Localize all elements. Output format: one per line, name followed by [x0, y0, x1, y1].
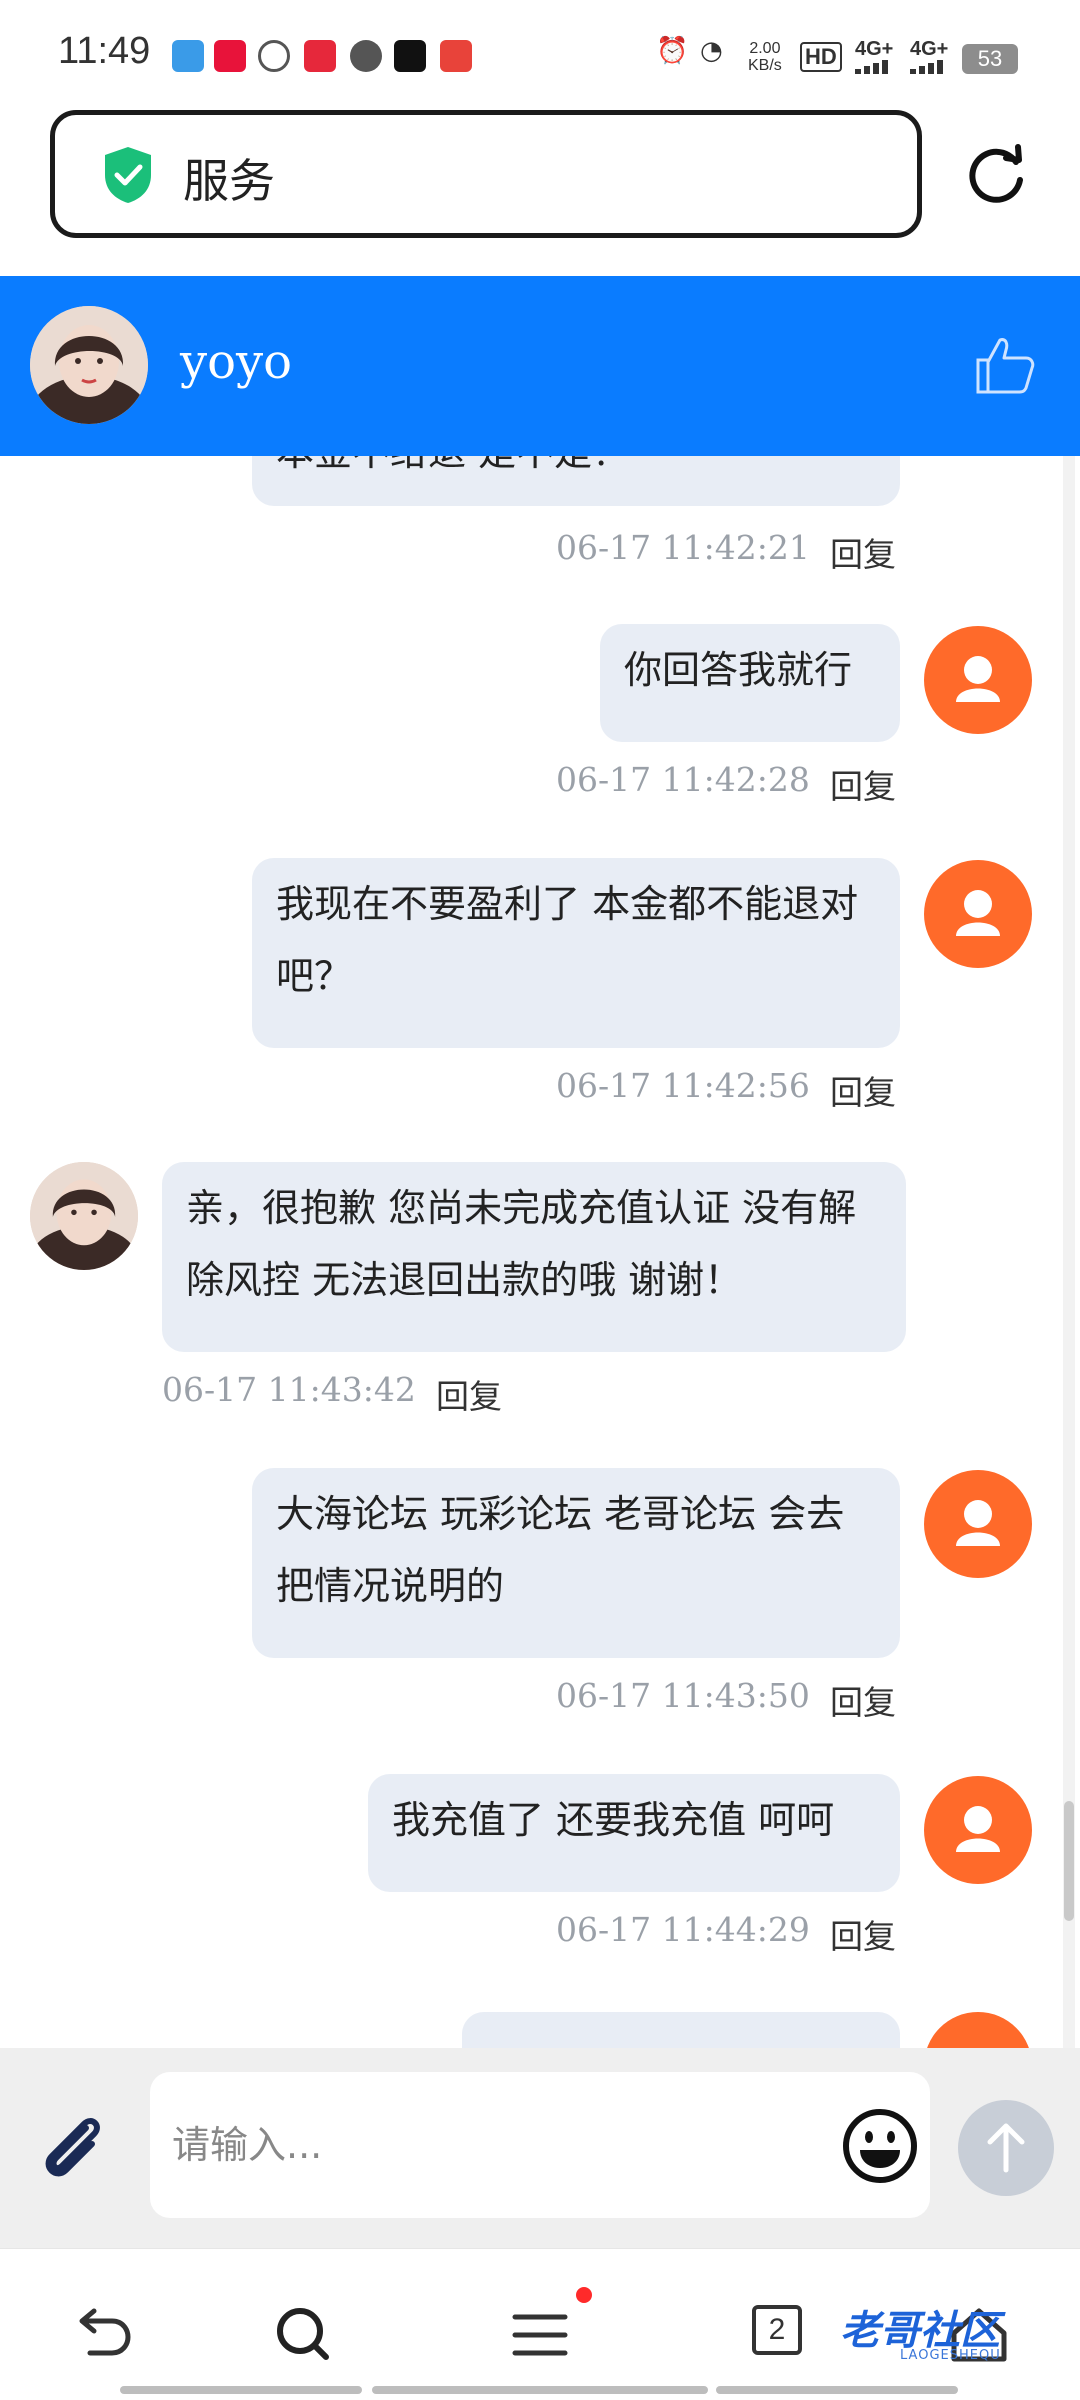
thumbs-up-icon[interactable] — [972, 332, 1038, 398]
menu-icon[interactable] — [505, 2299, 575, 2369]
chat-icon — [350, 40, 382, 72]
signal-1-label: 4G+ — [855, 38, 894, 60]
chat-messages[interactable]: 本金不给退 是不是？ 06-17 11:42:21 回复 你回答我就行 06-1… — [0, 456, 1080, 2048]
message-bubble-agent: 亲，很抱歉 您尚未完成充值认证 没有解除风控 无法退回出款的哦 谢谢！ — [162, 1162, 906, 1352]
chat-header: yoyo — [0, 276, 1080, 456]
message-input[interactable] — [150, 2072, 930, 2218]
user-avatar — [924, 1470, 1032, 1578]
agent-name: yoyo — [180, 334, 293, 390]
send-button[interactable] — [958, 2100, 1054, 2196]
message-bubble-partial — [462, 2012, 900, 2048]
status-bar: 11:49 ⏰ ◔ 2.00 KB/s HD 4G+ 4G+ 53 — [0, 0, 1080, 110]
message-bubble-user: 你回答我就行 — [600, 624, 900, 742]
agent-avatar — [30, 1162, 138, 1270]
play-icon — [258, 40, 290, 72]
reply-link[interactable]: 回复 — [436, 1370, 502, 1418]
message-timestamp: 06-17 11:43:42 — [162, 1370, 416, 1409]
app-notification-icon — [304, 40, 336, 72]
back-icon[interactable] — [66, 2299, 136, 2369]
alarm-icon: ⏰ — [656, 36, 689, 66]
gesture-bar — [716, 2386, 958, 2394]
user-icon — [956, 890, 1000, 936]
app-notification-icon — [394, 40, 426, 72]
user-icon — [956, 656, 1000, 702]
reply-link[interactable]: 回复 — [830, 1066, 896, 1114]
reply-link[interactable]: 回复 — [830, 760, 896, 808]
watermark-subtext: LAOGESHEQU — [900, 2348, 1001, 2363]
gesture-bar — [120, 2386, 362, 2394]
message-timestamp: 06-17 11:44:29 — [556, 1910, 810, 1949]
message-bubble-partial: 本金不给退 是不是？ — [252, 456, 900, 506]
app-notification-icon — [214, 40, 246, 72]
reload-icon[interactable] — [962, 140, 1030, 208]
message-bubble-user: 大海论坛 玩彩论坛 老哥论坛 会去把情况说明的 — [252, 1468, 900, 1658]
network-speed: 2.00 KB/s — [748, 40, 782, 74]
message-timestamp: 06-17 11:42:21 — [556, 528, 810, 567]
user-avatar — [924, 2012, 1032, 2048]
reply-link[interactable]: 回复 — [830, 1676, 896, 1724]
status-time: 11:49 — [58, 30, 151, 72]
shield-check-icon — [105, 147, 151, 203]
user-avatar — [924, 626, 1032, 734]
paperclip-icon[interactable] — [34, 2108, 114, 2188]
signal-2-label: 4G+ — [910, 38, 949, 60]
user-icon — [956, 1500, 1000, 1546]
message-bubble-user: 我充值了 还要我充值 呵呵 — [368, 1774, 900, 1892]
address-bar[interactable]: 服务 — [50, 110, 922, 238]
emoji-icon[interactable] — [840, 2106, 920, 2186]
message-timestamp: 06-17 11:42:56 — [556, 1066, 810, 1105]
tab-count: 2 — [752, 2305, 802, 2355]
search-icon[interactable] — [268, 2299, 338, 2369]
user-avatar — [924, 1776, 1032, 1884]
message-bubble-user: 我现在不要盈利了 本金都不能退对吧？ — [252, 858, 900, 1048]
hd-badge: HD — [800, 42, 842, 72]
message-composer — [0, 2048, 1080, 2248]
signal-1-icon — [855, 60, 895, 74]
arrow-up-icon — [987, 2123, 1025, 2173]
speedometer-icon: ◔ — [700, 36, 723, 66]
message-timestamp: 06-17 11:42:28 — [556, 760, 810, 799]
page-title: 服务 — [183, 154, 275, 208]
reply-link[interactable]: 回复 — [830, 1910, 896, 1958]
user-icon — [956, 1806, 1000, 1852]
gesture-bar — [372, 2386, 708, 2394]
signal-2-icon — [910, 60, 950, 74]
scrollbar-thumb[interactable] — [1064, 1801, 1074, 1921]
app-notification-icon — [172, 40, 204, 72]
agent-avatar[interactable] — [30, 306, 148, 424]
reply-link[interactable]: 回复 — [830, 528, 896, 576]
message-timestamp: 06-17 11:43:50 — [556, 1676, 810, 1715]
notification-dot — [576, 2287, 592, 2303]
app-notification-icon — [440, 40, 472, 72]
battery-indicator: 53 — [962, 44, 1018, 74]
user-avatar — [924, 860, 1032, 968]
tabs-button[interactable]: 2 — [752, 2305, 822, 2375]
